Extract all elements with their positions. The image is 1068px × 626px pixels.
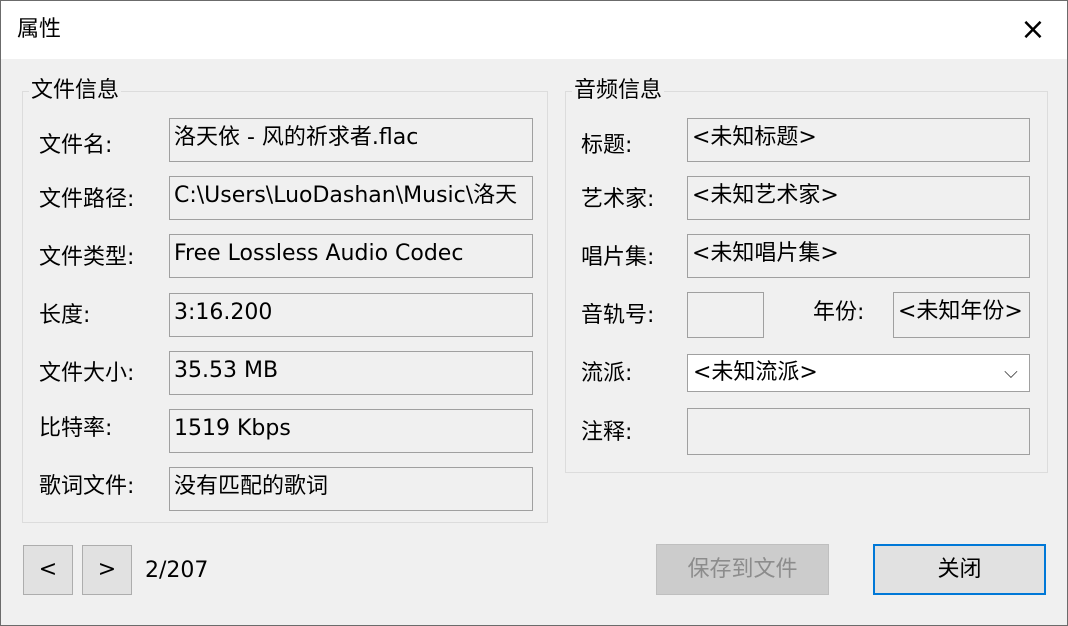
close-button[interactable]: 关闭 (873, 544, 1046, 595)
file-name-label: 文件名: (39, 133, 113, 158)
save-to-file-button[interactable]: 保存到文件 (656, 544, 829, 595)
file-type-label: 文件类型: (39, 245, 135, 270)
artist-field[interactable]: <未知艺术家> (687, 176, 1030, 220)
title-field[interactable]: <未知标题> (687, 118, 1030, 162)
comment-label: 注释: (581, 420, 633, 445)
album-field[interactable]: <未知唱片集> (687, 234, 1030, 278)
artist-label: 艺术家: (581, 187, 655, 212)
title-bar: 属性 × (1, 1, 1067, 59)
length-label: 长度: (39, 303, 91, 328)
genre-select[interactable]: <未知流派> ⌵ (687, 354, 1030, 392)
file-size-field[interactable]: 35.53 MB (169, 351, 533, 395)
genre-select-value: <未知流派> (693, 360, 818, 385)
page-indicator: 2/207 (145, 558, 209, 583)
window-title: 属性 (17, 17, 62, 42)
close-icon[interactable]: × (1013, 13, 1053, 47)
track-number-label: 音轨号: (581, 303, 655, 328)
genre-label: 流派: (581, 361, 633, 386)
chevron-down-icon[interactable]: ⌵ (993, 355, 1029, 391)
bitrate-field[interactable]: 1519 Kbps (169, 409, 533, 453)
next-button[interactable]: > (82, 545, 132, 595)
file-path-label: 文件路径: (39, 187, 135, 212)
file-name-field[interactable]: 洛天依 - 风的祈求者.flac (169, 118, 533, 162)
year-field[interactable]: <未知年份> (893, 292, 1030, 338)
properties-dialog: 属性 × 文件信息 文件名: 洛天依 - 风的祈求者.flac 文件路径: C:… (0, 0, 1068, 626)
bitrate-label: 比特率: (39, 416, 113, 441)
album-label: 唱片集: (581, 245, 655, 270)
previous-button[interactable]: < (23, 545, 73, 595)
file-info-group-title: 文件信息 (29, 78, 122, 104)
audio-info-group-title: 音频信息 (572, 78, 665, 104)
track-number-field[interactable] (687, 292, 764, 338)
title-label: 标题: (581, 133, 633, 158)
lyrics-file-field[interactable]: 没有匹配的歌词 (169, 467, 533, 511)
file-type-field[interactable]: Free Lossless Audio Codec (169, 234, 533, 278)
length-field[interactable]: 3:16.200 (169, 293, 533, 337)
file-size-label: 文件大小: (39, 361, 135, 386)
lyrics-file-label: 歌词文件: (39, 474, 135, 499)
comment-field[interactable] (687, 408, 1030, 455)
file-path-field[interactable]: C:\Users\LuoDashan\Music\洛天 (169, 176, 533, 220)
year-label: 年份: (813, 300, 865, 325)
